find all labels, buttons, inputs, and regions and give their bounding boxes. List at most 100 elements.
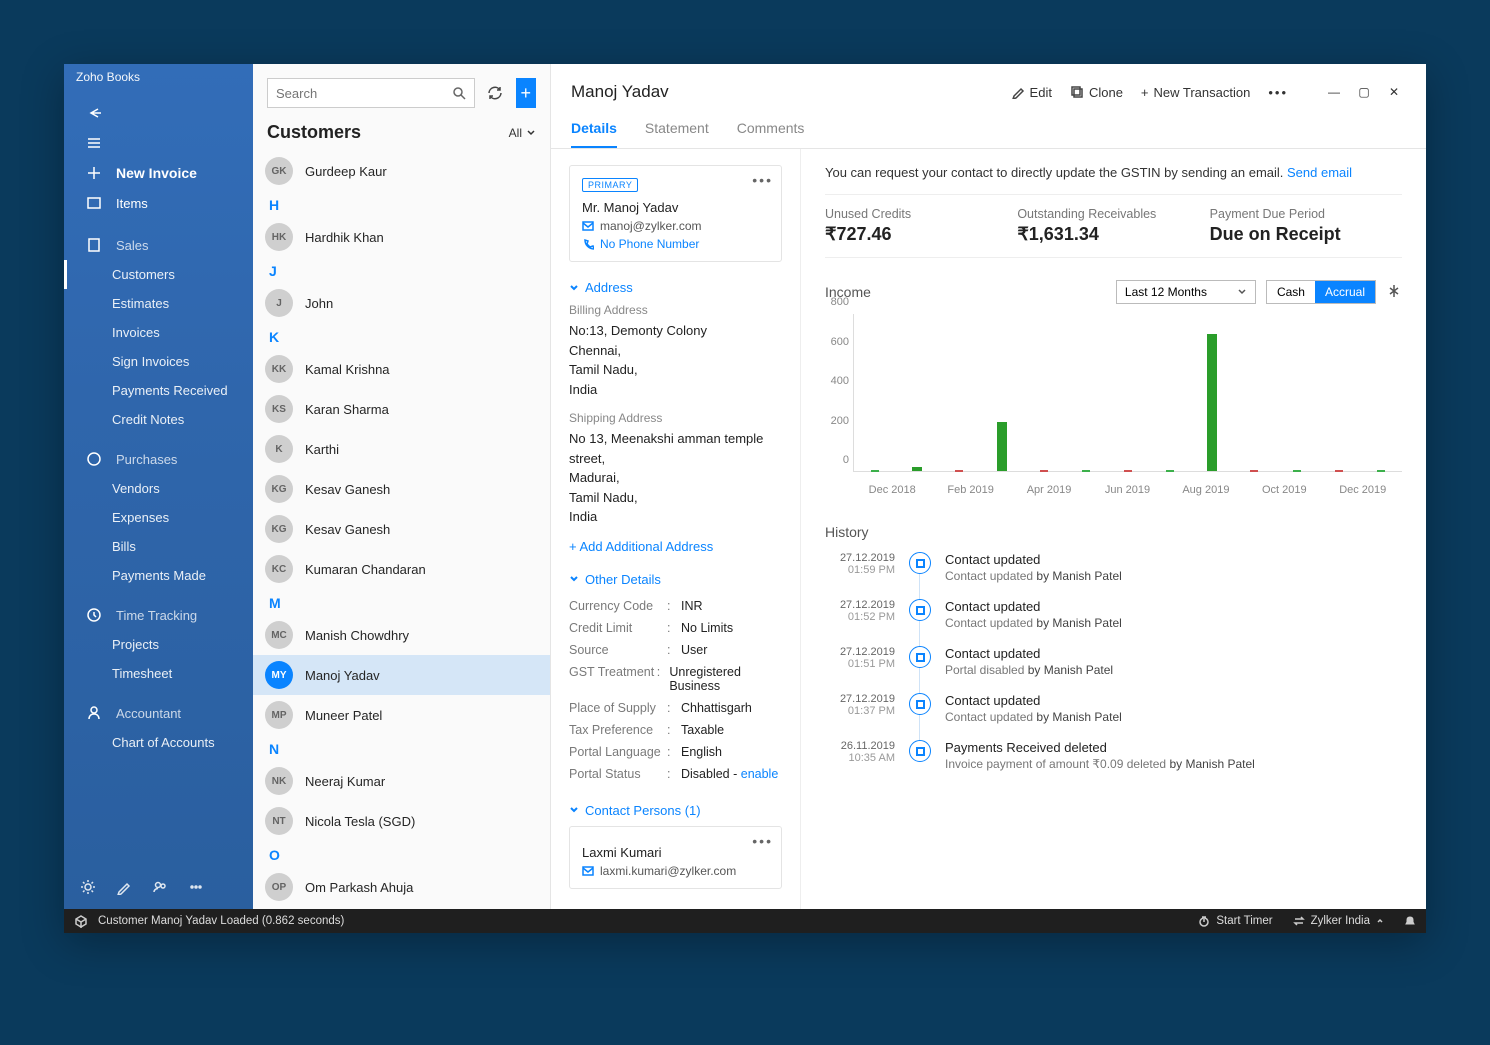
sidebar-item-payments-made[interactable]: Payments Made <box>64 561 253 590</box>
stat-block: Unused Credits₹727.46 <box>825 207 1017 245</box>
contact-persons-toggle[interactable]: Contact Persons (1) <box>569 803 782 818</box>
phone-icon <box>582 238 594 250</box>
detail-row: GST Treatment:Unregistered Business <box>569 661 782 697</box>
customer-row[interactable]: NKNeeraj Kumar <box>253 761 550 801</box>
sidebar-item-projects[interactable]: Projects <box>64 630 253 659</box>
notifications-button[interactable] <box>1404 915 1416 927</box>
chart-settings-button[interactable] <box>1386 283 1402 302</box>
sidebar-item-invoices[interactable]: Invoices <box>64 318 253 347</box>
other-details-toggle[interactable]: Other Details <box>569 572 782 587</box>
more-button[interactable] <box>182 873 210 901</box>
customer-row[interactable]: MPMuneer Patel <box>253 695 550 735</box>
nav-accountant-label: Accountant <box>116 706 181 721</box>
chart-bar <box>1207 334 1217 471</box>
detail-tabs: Details Statement Comments <box>551 106 1426 149</box>
avatar: MY <box>265 661 293 689</box>
menu-button[interactable] <box>64 128 253 158</box>
history-title: Contact updated <box>945 599 1122 614</box>
history-desc: Portal disabled by Manish Patel <box>945 663 1113 677</box>
nav-purchases-head[interactable]: Purchases <box>64 444 253 474</box>
nav-time-head[interactable]: Time Tracking <box>64 600 253 630</box>
y-tick: 200 <box>831 415 849 427</box>
people-button[interactable] <box>146 873 174 901</box>
edit-button[interactable] <box>110 873 138 901</box>
sidebar-item-estimates[interactable]: Estimates <box>64 289 253 318</box>
add-address-link[interactable]: + Add Additional Address <box>569 539 782 554</box>
sidebar: Zoho Books New Invoice Items Sales Custo… <box>64 64 253 909</box>
customer-row[interactable]: KKKamal Krishna <box>253 349 550 389</box>
search-input[interactable] <box>276 86 452 101</box>
contact-person-card: ••• Laxmi Kumari laxmi.kumari@zylker.com <box>569 826 782 889</box>
search-box[interactable] <box>267 78 475 108</box>
tab-details[interactable]: Details <box>571 120 617 148</box>
nav-items[interactable]: Items <box>64 188 253 218</box>
pencil-icon <box>1011 85 1025 99</box>
customer-row[interactable]: KGKesav Ganesh <box>253 509 550 549</box>
new-invoice-button[interactable]: New Invoice <box>64 158 253 188</box>
add-customer-button[interactable]: + <box>516 78 537 108</box>
new-transaction-action[interactable]: +New Transaction <box>1141 85 1250 100</box>
more-action[interactable]: ••• <box>1268 85 1288 100</box>
sidebar-item-bills[interactable]: Bills <box>64 532 253 561</box>
right-detail-column: You can request your contact to directly… <box>801 149 1426 909</box>
customer-row[interactable]: OPOm Parkash Ahuja <box>253 867 550 907</box>
customer-row[interactable]: GKGurdeep Kaur <box>253 151 550 191</box>
avatar: GK <box>265 157 293 185</box>
card-more-button[interactable]: ••• <box>752 833 773 849</box>
settings-alt-icon <box>1386 283 1402 299</box>
customer-row[interactable]: KCKumaran Chandaran <box>253 549 550 589</box>
card-more-button[interactable]: ••• <box>752 172 773 188</box>
history-date: 27.12.201901:59 PM <box>825 552 895 583</box>
customer-row[interactable]: JJohn <box>253 283 550 323</box>
org-switcher[interactable]: Zylker India <box>1293 915 1384 927</box>
refresh-button[interactable] <box>485 78 506 108</box>
settings-button[interactable] <box>74 873 102 901</box>
date-range-select[interactable]: Last 12 Months <box>1116 280 1256 304</box>
nav-sales-head[interactable]: Sales <box>64 230 253 260</box>
customer-row[interactable]: KKarthi <box>253 429 550 469</box>
sidebar-item-payments-received[interactable]: Payments Received <box>64 376 253 405</box>
toggle-cash[interactable]: Cash <box>1267 281 1315 303</box>
sidebar-item-timesheet[interactable]: Timesheet <box>64 659 253 688</box>
refresh-icon <box>486 84 504 102</box>
mail-icon <box>582 865 594 877</box>
customer-row[interactable]: MYManoj Yadav <box>253 655 550 695</box>
dots-icon <box>188 879 204 895</box>
customer-row[interactable]: MCManish Chowdhry <box>253 615 550 655</box>
window-minimize[interactable]: — <box>1320 78 1348 106</box>
sidebar-item-customers[interactable]: Customers <box>64 260 253 289</box>
toggle-accrual[interactable]: Accrual <box>1315 281 1375 303</box>
sidebar-item-chart-of-accounts[interactable]: Chart of Accounts <box>64 728 253 757</box>
primary-phone[interactable]: No Phone Number <box>600 237 699 251</box>
history-item: 27.12.201901:51 PMContact updatedPortal … <box>825 646 1402 693</box>
customer-scroll[interactable]: GKGurdeep KaurHHKHardhik KhanJJJohnKKKKa… <box>253 151 550 909</box>
sidebar-item-credit-notes[interactable]: Credit Notes <box>64 405 253 434</box>
alpha-header: K <box>253 323 550 349</box>
window-maximize[interactable]: ▢ <box>1350 78 1378 106</box>
start-timer-button[interactable]: Start Timer <box>1198 915 1272 927</box>
sidebar-item-vendors[interactable]: Vendors <box>64 474 253 503</box>
customer-row[interactable]: NTNicola Tesla (SGD) <box>253 801 550 841</box>
enable-link[interactable]: enable <box>741 767 779 781</box>
nav-accountant-head[interactable]: Accountant <box>64 698 253 728</box>
back-button[interactable] <box>64 98 253 128</box>
edit-action[interactable]: Edit <box>1011 85 1052 100</box>
address-section-toggle[interactable]: Address <box>569 280 782 295</box>
avatar: HK <box>265 223 293 251</box>
customer-row[interactable]: KGKesav Ganesh <box>253 469 550 509</box>
tab-statement[interactable]: Statement <box>645 120 709 148</box>
stat-value: Due on Receipt <box>1210 224 1402 245</box>
window-close[interactable]: ✕ <box>1380 78 1408 106</box>
tab-comments[interactable]: Comments <box>737 120 805 148</box>
sidebar-item-sign-invoices[interactable]: Sign Invoices <box>64 347 253 376</box>
customer-row[interactable]: HKHardhik Khan <box>253 217 550 257</box>
pencil-icon <box>116 879 132 895</box>
history-date: 27.12.201901:52 PM <box>825 599 895 630</box>
menu-icon <box>86 135 102 151</box>
customer-row[interactable]: KSKaran Sharma <box>253 389 550 429</box>
search-icon <box>452 86 466 100</box>
filter-dropdown[interactable]: All <box>509 126 536 140</box>
sidebar-item-expenses[interactable]: Expenses <box>64 503 253 532</box>
clone-action[interactable]: Clone <box>1070 85 1123 100</box>
send-email-link[interactable]: Send email <box>1287 165 1352 180</box>
